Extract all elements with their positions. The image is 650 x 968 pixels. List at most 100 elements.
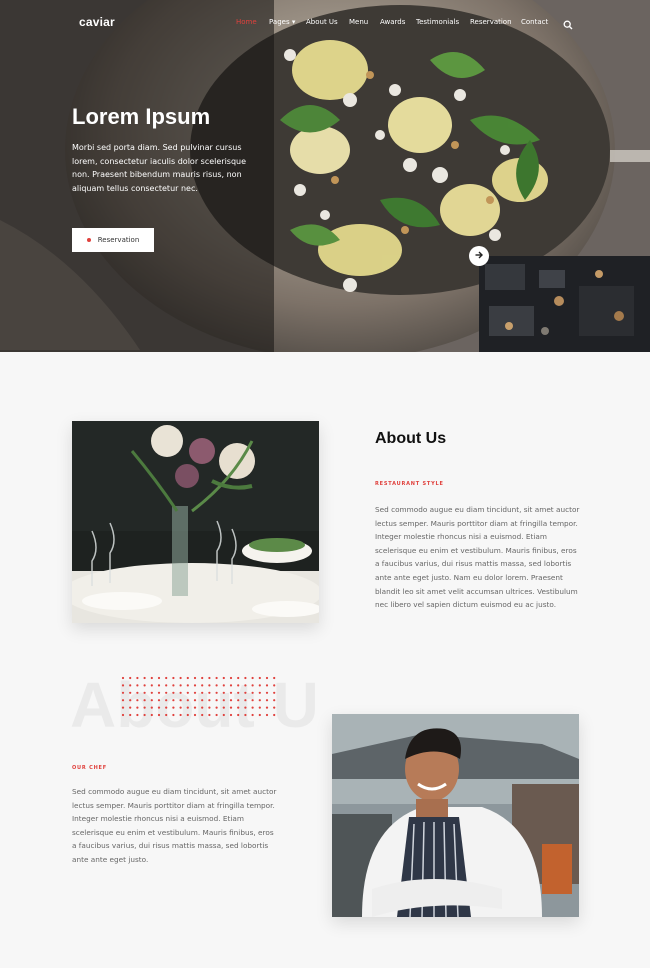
grid-dot — [172, 684, 175, 687]
grid-dot — [193, 699, 197, 702]
grid-dot — [143, 676, 146, 680]
hero-description: Morbi sed porta diam. Sed pulvinar cursu… — [72, 143, 247, 193]
grid-dot — [143, 691, 146, 694]
grid-dot — [251, 699, 254, 702]
grid-dot — [143, 713, 146, 717]
grid-dot — [186, 706, 189, 709]
grid-dot — [129, 691, 132, 694]
grid-dot — [165, 684, 168, 687]
restaurant-table-image — [72, 421, 319, 623]
nav-item-reservation[interactable]: Reservation — [470, 18, 521, 26]
grid-dot — [244, 691, 247, 694]
grid-dot — [237, 706, 240, 709]
grid-dot — [157, 699, 161, 702]
grid-dot — [208, 699, 211, 702]
grid-dot — [150, 706, 153, 709]
grid-dot — [237, 691, 240, 694]
grid-dot — [244, 713, 247, 717]
grid-dot — [165, 691, 168, 694]
search-icon[interactable] — [563, 17, 573, 30]
nav-item-home[interactable]: Home — [236, 18, 269, 26]
grid-dot — [165, 706, 168, 709]
grid-dot — [258, 706, 261, 709]
grid-dot — [143, 706, 146, 709]
grid-dot — [157, 691, 161, 694]
grid-dot — [237, 676, 240, 680]
grid-dot — [165, 676, 168, 680]
grid-dot — [136, 676, 139, 680]
grid-dot — [251, 691, 254, 694]
grid-dot — [222, 684, 225, 687]
grid-dot — [208, 676, 211, 680]
grid-dot — [258, 691, 261, 694]
grid-dot — [186, 676, 189, 680]
grid-dot — [258, 676, 261, 680]
grid-dot — [179, 706, 182, 709]
about-title: About Us — [375, 430, 447, 447]
grid-dot — [201, 699, 204, 702]
restaurant-thumbnail-image[interactable] — [479, 256, 650, 352]
grid-dot — [136, 684, 139, 687]
grid-dot — [179, 691, 182, 694]
grid-dot — [172, 706, 175, 709]
grid-dot — [150, 676, 153, 680]
grid-dot — [193, 713, 197, 717]
grid-dot — [143, 699, 146, 702]
grid-dot — [165, 713, 168, 717]
grid-dot — [121, 699, 125, 702]
grid-dot — [251, 706, 254, 709]
grid-dot — [172, 676, 175, 680]
grid-dot — [179, 699, 182, 702]
reservation-button[interactable]: Reservation — [72, 228, 154, 252]
grid-dot — [229, 699, 233, 702]
grid-dot — [222, 706, 225, 709]
nav-menu: Home Pages ▾ About Us Menu Awards Testim… — [236, 18, 561, 26]
grid-dot — [136, 691, 139, 694]
grid-dot — [186, 684, 189, 687]
nav-item-contact[interactable]: Contact — [521, 18, 561, 26]
grid-dot — [265, 699, 269, 702]
grid-dot — [222, 713, 225, 717]
chef-eyebrow: OUR CHEF — [72, 765, 107, 771]
grid-dot — [251, 684, 254, 687]
grid-dot — [273, 713, 276, 717]
grid-dot — [172, 713, 175, 717]
nav-item-awards[interactable]: Awards — [380, 18, 416, 26]
nav-item-pages[interactable]: Pages ▾ — [269, 18, 306, 26]
grid-dot — [208, 713, 211, 717]
grid-dot — [229, 706, 233, 709]
page: caviar Home Pages ▾ About Us Menu Awards… — [0, 0, 650, 968]
nav-item-testimonials[interactable]: Testimonials — [416, 18, 470, 26]
about-eyebrow: RESTAURANT STYLE — [375, 481, 444, 487]
grid-dot — [157, 713, 161, 717]
site-logo[interactable]: caviar — [79, 15, 115, 29]
grid-dot — [186, 713, 189, 717]
grid-dot — [179, 676, 182, 680]
grid-dot — [121, 691, 125, 694]
grid-dot — [265, 691, 269, 694]
grid-dot — [258, 684, 261, 687]
nav-item-about-us[interactable]: About Us — [306, 18, 349, 26]
grid-dot — [208, 684, 211, 687]
grid-dot — [136, 706, 139, 709]
grid-dot — [251, 713, 254, 717]
grid-dot — [237, 684, 240, 687]
arrow-right-icon — [474, 247, 484, 265]
grid-dot — [172, 691, 175, 694]
grid-dot — [244, 684, 247, 687]
grid-dot — [186, 691, 189, 694]
grid-dot — [273, 676, 276, 680]
grid-dot — [244, 706, 247, 709]
grid-dot — [157, 684, 161, 687]
nav-item-menu[interactable]: Menu — [349, 18, 380, 26]
grid-dot — [129, 684, 132, 687]
grid-dot — [201, 684, 204, 687]
next-slide-button[interactable] — [469, 246, 489, 266]
grid-dot — [121, 676, 125, 680]
grid-dot — [215, 706, 218, 709]
grid-dot — [136, 713, 139, 717]
hero-title: Lorem Ipsum — [72, 104, 211, 129]
about-text: Sed commodo augue eu diam tincidunt, sit… — [375, 505, 580, 610]
grid-dot — [129, 706, 132, 709]
hero-section: caviar Home Pages ▾ About Us Menu Awards… — [0, 0, 650, 352]
